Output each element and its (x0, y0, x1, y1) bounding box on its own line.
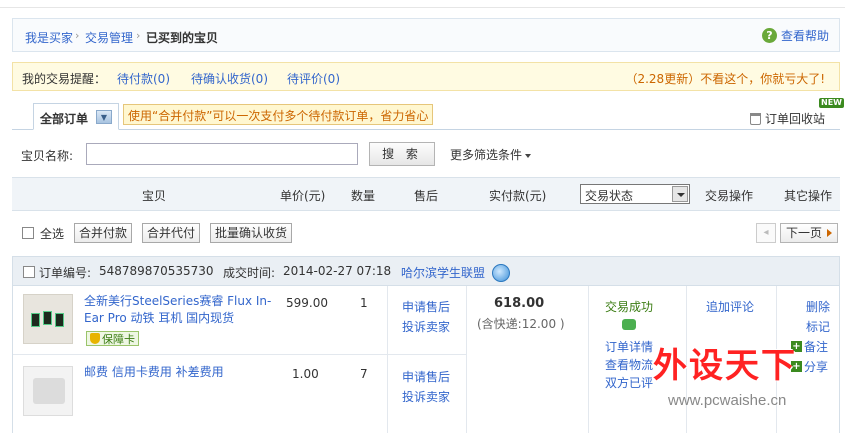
col-item: 宝贝 (142, 189, 167, 203)
chat-icon[interactable] (622, 319, 636, 330)
next-page-button[interactable]: 下一页 (780, 223, 838, 243)
product-thumbnail[interactable] (23, 294, 73, 344)
apply-after-sale-link[interactable]: 申请售后 (402, 298, 450, 315)
tab-all-orders-label: 全部订单 (40, 112, 89, 126)
guarantee-label: 保障卡 (102, 332, 135, 346)
item-name-input[interactable] (86, 143, 358, 165)
breadcrumb-separator: › (136, 29, 141, 42)
delete-link[interactable]: 删除 (806, 298, 830, 315)
view-logistics-link[interactable]: 查看物流 (605, 356, 653, 373)
trade-status-value: 交易状态 (585, 189, 634, 203)
dropdown-arrow-icon (672, 186, 688, 202)
col-paid: 实付款(元) (489, 189, 547, 203)
order-detail-link[interactable]: 订单详情 (605, 338, 653, 355)
breadcrumb-separator: › (75, 29, 80, 42)
merge-pay-button[interactable]: 合并付款 (74, 223, 133, 243)
chevron-down-icon[interactable]: ▼ (96, 110, 112, 124)
arrow-right-icon (827, 229, 832, 237)
trade-status: 交易成功 (605, 300, 654, 314)
trash-icon (750, 112, 761, 125)
order-time: 2014-02-27 07:18 (283, 264, 392, 278)
product-title-link[interactable]: 全新美行SteelSeries赛睿 Flux In-Ear Pro 动铁 耳机 … (84, 293, 284, 327)
select-all-checkbox[interactable] (22, 227, 34, 239)
top-divider (0, 0, 845, 8)
breadcrumb: 我是买家 › 交易管理 › 已买到的宝贝 ? 查看帮助 (12, 18, 840, 52)
thumbnail-graphic (31, 313, 40, 327)
select-all-label: 全选 (40, 227, 65, 241)
product-title-link[interactable]: 邮费 信用卡费用 补差费用 (84, 364, 284, 381)
thumbnail-graphic (55, 313, 64, 327)
guarantee-badge[interactable]: 保障卡 (86, 331, 139, 346)
caret-down-icon (525, 153, 532, 158)
more-filters-toggle[interactable]: 更多筛选条件 (450, 146, 532, 163)
product-thumbnail[interactable] (23, 366, 73, 416)
add-review-link[interactable]: 追加评论 (706, 298, 754, 315)
order-header: 订单编号: 548789870535730 成交时间: 2014-02-27 0… (12, 256, 840, 286)
help-label: 查看帮助 (780, 29, 829, 43)
order-number-label: 订单编号: (39, 266, 92, 280)
reminder-title: 我的交易提醒： (22, 72, 107, 86)
order-number: 548789870535730 (99, 264, 214, 278)
paid-amount: 618.00 (494, 296, 545, 311)
col-price: 单价(元) (280, 189, 326, 203)
table-header: 宝贝 单价(元) 数量 售后 实付款(元) 交易状态 交易操作 其它操作 (12, 177, 840, 211)
col-other-ops: 其它操作 (784, 189, 833, 203)
more-filters-label: 更多筛选条件 (450, 148, 523, 162)
next-page-label: 下一页 (786, 226, 823, 240)
wangwang-chat-icon[interactable] (492, 264, 510, 282)
question-icon: ? (761, 28, 777, 43)
row-divider (13, 354, 466, 355)
breadcrumb-trade-link[interactable]: 交易管理 (85, 29, 133, 46)
tab-all-orders[interactable]: 全部订单 ▼ (33, 103, 119, 130)
complain-seller-link[interactable]: 投诉卖家 (402, 388, 450, 405)
shop-link[interactable]: 哈尔滨学生联盟 (401, 264, 485, 281)
col-quantity: 数量 (351, 189, 376, 203)
column-divider (387, 286, 388, 433)
trade-status-select[interactable]: 交易状态 (580, 184, 690, 204)
col-after-sale: 售后 (414, 189, 439, 203)
item-name-label: 宝贝名称: (21, 149, 74, 163)
batch-confirm-button[interactable]: 批量确认收货 (210, 223, 293, 243)
reminder-pending-review[interactable]: 待评价(0) (287, 70, 340, 87)
shipping-fee: (含快递:12.00 ) (477, 317, 565, 331)
watermark-url: www.pcwaishe.cn (668, 392, 787, 409)
watermark-logo: 外设天下 (653, 346, 797, 386)
reminder-pending-receipt[interactable]: 待确认收货(0) (191, 70, 268, 87)
new-badge: NEW (819, 98, 844, 108)
reminder-notice-link[interactable]: （2.28更新）不看这个，你就亏大了! (625, 70, 825, 87)
order-recycle-label: 订单回收站 (765, 112, 826, 126)
search-button[interactable]: 搜 索 (369, 142, 435, 166)
placeholder-image-icon (33, 378, 65, 404)
order-recycle-link[interactable]: 订单回收站 (750, 110, 825, 127)
unit-price: 599.00 (286, 296, 328, 310)
batch-toolbar: 全选 合并付款 合并代付 批量确认收货 ◂ 下一页 (12, 220, 840, 248)
column-divider (466, 286, 467, 433)
trade-reminder-bar: 我的交易提醒： 待付款(0) 待确认收货(0) 待评价(0) （2.28更新）不… (12, 62, 840, 91)
prev-page-button[interactable]: ◂ (756, 223, 776, 243)
apply-after-sale-link[interactable]: 申请售后 (402, 368, 450, 385)
shield-icon (90, 333, 100, 344)
order-checkbox[interactable] (23, 266, 35, 278)
col-trade-ops: 交易操作 (705, 189, 754, 203)
reminder-pending-payment[interactable]: 待付款(0) (117, 70, 170, 87)
unit-price: 1.00 (292, 367, 319, 381)
merge-pay-tip: 使用“合并付款”可以一次支付多个待付款订单，省力省心 (123, 104, 434, 125)
breadcrumb-buyer-link[interactable]: 我是买家 (25, 29, 73, 46)
page-title: 已买到的宝贝 (146, 31, 219, 45)
merge-proxy-pay-button[interactable]: 合并代付 (142, 223, 201, 243)
help-link[interactable]: ? 查看帮助 (761, 27, 829, 44)
complain-seller-link[interactable]: 投诉卖家 (402, 318, 450, 335)
tab-underline (12, 129, 840, 130)
thumbnail-graphic (43, 311, 52, 325)
quantity: 1 (360, 296, 368, 310)
site-watermark: 外设天下 www.pcwaishe.cn (648, 334, 838, 414)
order-time-label: 成交时间: (223, 266, 276, 280)
mutual-review-link[interactable]: 双方已评 (605, 374, 653, 391)
mark-link[interactable]: 标记 (806, 318, 830, 335)
column-divider (588, 286, 589, 433)
quantity: 7 (360, 367, 368, 381)
